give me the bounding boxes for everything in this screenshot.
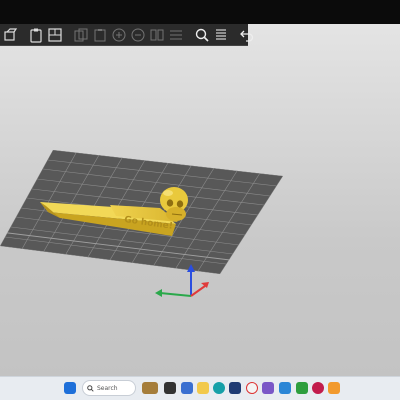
add-instance-icon[interactable] bbox=[111, 27, 127, 43]
undo-icon[interactable] bbox=[239, 27, 255, 43]
store-icon[interactable] bbox=[229, 382, 241, 394]
title-bar bbox=[0, 0, 400, 24]
paste-icon[interactable] bbox=[92, 27, 108, 43]
3d-scene: Go home! bbox=[0, 150, 283, 297]
weather-icon[interactable] bbox=[142, 382, 158, 394]
toolbar bbox=[0, 24, 254, 46]
start-icon[interactable] bbox=[64, 382, 76, 394]
slicer-icon[interactable] bbox=[328, 382, 340, 394]
search-placeholder: Search bbox=[97, 384, 118, 392]
split-icon[interactable] bbox=[149, 27, 165, 43]
edge-icon[interactable] bbox=[213, 382, 225, 394]
app-icon[interactable] bbox=[262, 382, 274, 394]
3d-viewport[interactable]: Go home! bbox=[0, 46, 400, 376]
remove-instance-icon[interactable] bbox=[130, 27, 146, 43]
raspberry-icon[interactable] bbox=[312, 382, 324, 394]
move-icon[interactable] bbox=[2, 27, 18, 43]
search-icon[interactable] bbox=[194, 27, 210, 43]
layout-icon[interactable] bbox=[47, 27, 63, 43]
folder-icon[interactable] bbox=[197, 382, 209, 394]
layers-icon[interactable] bbox=[213, 27, 229, 43]
files-icon[interactable] bbox=[181, 382, 193, 394]
copy-icon[interactable] bbox=[73, 27, 89, 43]
search-icon bbox=[87, 384, 94, 392]
chrome-icon[interactable] bbox=[246, 382, 258, 394]
mail-icon[interactable] bbox=[279, 382, 291, 394]
xbox-icon[interactable] bbox=[296, 382, 308, 394]
search-input[interactable]: Search bbox=[82, 380, 136, 396]
variable-layer-icon[interactable] bbox=[168, 27, 184, 43]
clipboard-icon[interactable] bbox=[28, 27, 44, 43]
camera-icon[interactable] bbox=[164, 382, 176, 394]
taskbar: Search bbox=[0, 376, 400, 400]
